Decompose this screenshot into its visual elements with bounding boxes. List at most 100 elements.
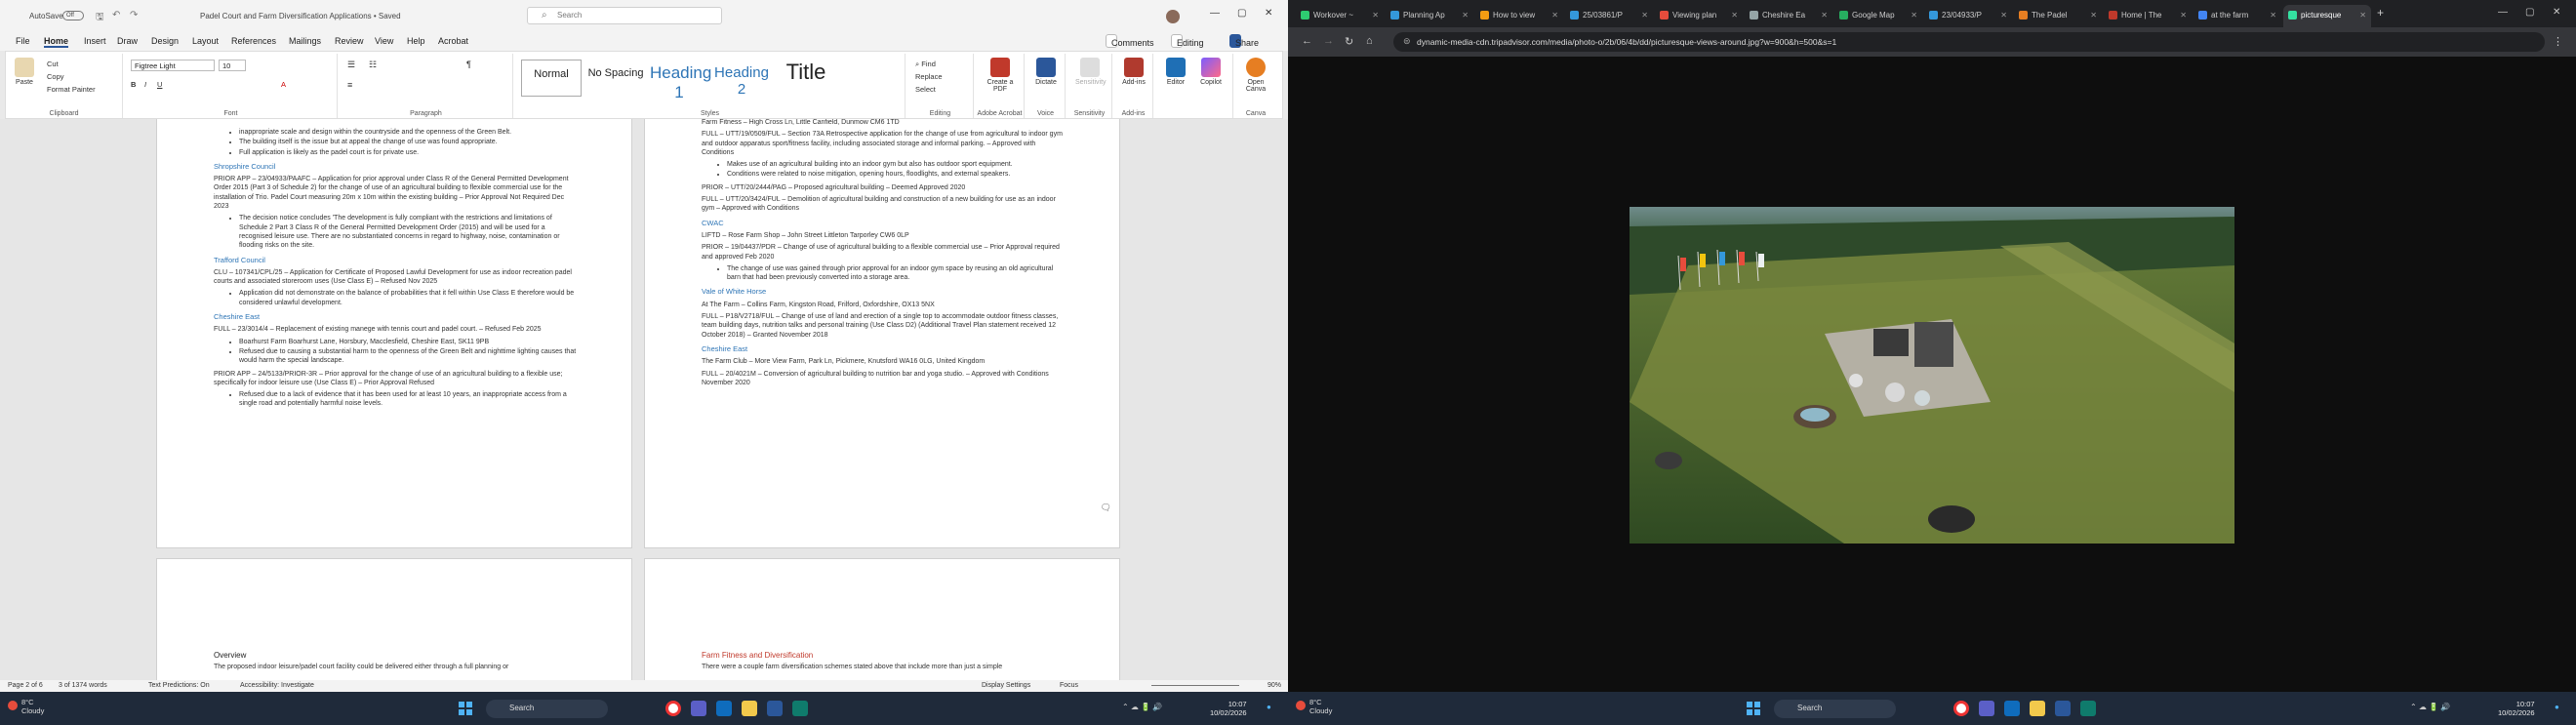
page-1[interactable]: inappropriate scale and design within th… <box>156 119 632 548</box>
menu-references[interactable]: References <box>231 36 276 46</box>
replace-button[interactable]: Replace <box>915 72 943 81</box>
close-tab-icon[interactable]: ✕ <box>2270 11 2276 20</box>
menu-review[interactable]: Review <box>335 36 364 46</box>
open-canva-button[interactable]: Open Canva <box>1241 58 1270 93</box>
style-heading-2[interactable]: Heading 2 <box>710 60 773 98</box>
create-pdf-button[interactable]: Create a PDF <box>986 58 1015 93</box>
word-count[interactable]: 3 of 1374 words <box>59 682 107 689</box>
new-tab-icon[interactable]: + <box>2377 6 2384 20</box>
close-tab-icon[interactable]: ✕ <box>2180 11 2187 20</box>
font-size-select[interactable]: 10 <box>219 60 246 71</box>
app-icon[interactable] <box>2080 701 2096 716</box>
avatar[interactable] <box>1166 10 1180 23</box>
windows-start-icon[interactable] <box>459 702 472 715</box>
numbering-icon[interactable]: ☷ <box>369 60 377 70</box>
underline-button[interactable]: U <box>157 80 162 89</box>
menu-mailings[interactable]: Mailings <box>289 36 321 46</box>
tray-icons[interactable]: ⌃ ☁ 🔋 🔊 <box>2410 703 2450 711</box>
close-tab-icon[interactable]: ✕ <box>1821 11 1828 20</box>
teams-icon[interactable] <box>1979 701 1994 716</box>
bullets-icon[interactable]: ☰ <box>347 60 355 70</box>
editing-mode-button[interactable]: Editing <box>1171 34 1204 48</box>
copilot-button[interactable]: Copilot <box>1196 58 1226 86</box>
text-predictions[interactable]: Text Predictions: On <box>148 682 210 689</box>
outlook-icon[interactable] <box>2004 701 2020 716</box>
url-bar[interactable]: ⊜ dynamic-media-cdn.tripadvisor.com/media… <box>1393 32 2545 52</box>
home-icon[interactable]: ⌂ <box>1366 35 1373 47</box>
browser-tab[interactable]: Cheshire Ea ✕ <box>1745 5 1832 27</box>
browser-tab[interactable]: 23/04933/P ✕ <box>1924 5 2012 27</box>
save-icon[interactable]: 🖫 <box>96 10 104 26</box>
weather-widget[interactable]: 8°C Cloudy <box>21 698 44 715</box>
menu-layout[interactable]: Layout <box>192 36 219 46</box>
browser-tab[interactable]: at the farm ✕ <box>2194 5 2281 27</box>
pilcrow-icon[interactable]: ¶ <box>466 60 471 69</box>
page-3[interactable]: Overview The proposed indoor leisure/pad… <box>156 558 632 680</box>
display-settings[interactable]: Display Settings <box>982 682 1030 689</box>
cut-button[interactable]: Cut <box>47 60 59 68</box>
close-tab-icon[interactable]: ✕ <box>2090 11 2097 20</box>
tray-icons[interactable]: ⌃ ☁ 🔋 🔊 <box>1122 703 1162 711</box>
menu-draw[interactable]: Draw <box>117 36 138 46</box>
close-tab-icon[interactable]: ✕ <box>2000 11 2007 20</box>
word-search-box[interactable]: ⌕ Search <box>527 7 722 24</box>
browser-tab[interactable]: How to view ✕ <box>1475 5 1563 27</box>
notification-icon[interactable]: ● <box>2555 703 2559 711</box>
teams-icon[interactable] <box>691 701 706 716</box>
chrome-icon[interactable] <box>665 701 681 716</box>
dictate-button[interactable]: Dictate <box>1031 58 1061 86</box>
close-icon[interactable]: ✕ <box>2553 7 2560 18</box>
taskbar-search[interactable]: Search <box>486 700 608 718</box>
menu-icon[interactable]: ⋮ <box>2553 35 2563 48</box>
back-icon[interactable]: ← <box>1302 35 1312 47</box>
editor-button[interactable]: Editor <box>1161 58 1190 86</box>
taskbar-search[interactable]: Search <box>1774 700 1896 718</box>
page-2[interactable]: Farm Fitness – High Cross Ln, Little Can… <box>644 119 1120 548</box>
close-tab-icon[interactable]: ✕ <box>1551 11 1558 20</box>
browser-tab[interactable]: Google Map ✕ <box>1834 5 1922 27</box>
outlook-icon[interactable] <box>716 701 732 716</box>
zoom-slider[interactable] <box>1151 685 1239 686</box>
comments-button[interactable]: Comments <box>1106 34 1154 48</box>
reload-icon[interactable]: ↻ <box>1345 35 1353 48</box>
close-tab-icon[interactable]: ✕ <box>1731 11 1738 20</box>
align-left-icon[interactable]: ≡ <box>347 80 352 90</box>
autosave-toggle[interactable]: Off <box>62 11 84 20</box>
menu-insert[interactable]: Insert <box>84 36 106 46</box>
close-tab-icon[interactable]: ✕ <box>1641 11 1648 20</box>
close-tab-icon[interactable]: ✕ <box>1372 11 1379 20</box>
menu-file[interactable]: File <box>16 36 30 46</box>
browser-tab[interactable]: The Padel ✕ <box>2014 5 2102 27</box>
windows-start-icon[interactable] <box>1747 702 1760 715</box>
browser-tab[interactable]: Planning Ap ✕ <box>1386 5 1473 27</box>
paste-button[interactable]: Paste <box>10 58 39 86</box>
browser-tab[interactable]: picturesque ✕ <box>2283 5 2371 27</box>
minimize-icon[interactable]: — <box>2498 7 2508 18</box>
accessibility-status[interactable]: Accessibility: Investigate <box>240 682 314 689</box>
close-tab-icon[interactable]: ✕ <box>1911 11 1917 20</box>
menu-design[interactable]: Design <box>151 36 179 46</box>
comment-icon[interactable]: 🗨 <box>1101 503 1111 513</box>
file-explorer-icon[interactable] <box>742 701 757 716</box>
browser-tab[interactable]: Viewing plan ✕ <box>1655 5 1743 27</box>
style-title[interactable]: Title <box>775 60 837 97</box>
minimize-icon[interactable]: — <box>1210 8 1220 19</box>
browser-tab[interactable]: 25/03861/P ✕ <box>1565 5 1653 27</box>
format-painter-button[interactable]: Format Painter <box>47 85 96 94</box>
document-title[interactable]: Padel Court and Farm Diversification App… <box>200 12 401 20</box>
menu-acrobat[interactable]: Acrobat <box>438 36 468 46</box>
maximize-icon[interactable]: ▢ <box>1237 8 1246 19</box>
notification-icon[interactable]: ● <box>1267 703 1271 711</box>
style-heading-1[interactable]: Heading 1 <box>650 60 711 101</box>
find-button[interactable]: ⌕ Find <box>915 60 936 69</box>
style-no-spacing[interactable]: No Spacing <box>584 60 648 97</box>
close-tab-icon[interactable]: ✕ <box>2359 11 2366 20</box>
page-count[interactable]: Page 2 of 6 <box>8 682 43 689</box>
bold-button[interactable]: B <box>131 80 136 89</box>
font-name-select[interactable]: Figtree Light <box>131 60 215 71</box>
maximize-icon[interactable]: ▢ <box>2525 7 2534 18</box>
menu-help[interactable]: Help <box>407 36 425 46</box>
redo-icon[interactable]: ↷ <box>130 10 138 20</box>
menu-home[interactable]: Home <box>44 36 69 48</box>
italic-button[interactable]: I <box>144 80 146 89</box>
